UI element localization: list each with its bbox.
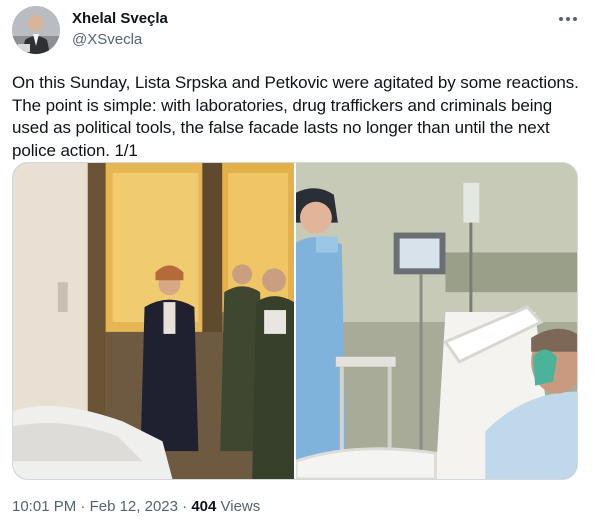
tweet-time[interactable]: 10:01 PM: [12, 498, 76, 515]
author-display-name[interactable]: Xhelal Sveçla: [72, 10, 168, 28]
author-handle[interactable]: @XSvecla: [72, 30, 168, 50]
media-photo-1[interactable]: [13, 163, 294, 479]
tweet-card: Xhelal Sveçla @XSvecla On this Sunday, L…: [0, 0, 598, 524]
tweet-meta: 10:01 PM · Feb 12, 2023 · 404 Views: [12, 497, 260, 517]
more-horizontal-icon: [559, 17, 563, 21]
tweet-media: [12, 162, 578, 480]
views-count[interactable]: 404: [191, 498, 216, 515]
views-label: Views: [220, 498, 261, 515]
media-photo-2[interactable]: [296, 163, 577, 479]
tweet-text: On this Sunday, Lista Srpska and Petkovi…: [12, 73, 579, 160]
meta-separator: ·: [80, 498, 86, 515]
author-info: Xhelal Sveçla @XSvecla: [72, 10, 168, 50]
meta-separator: ·: [182, 498, 188, 515]
author-avatar[interactable]: [12, 6, 60, 54]
photo-visitors-by-hospital-bed-icon: [13, 163, 294, 479]
more-options-button[interactable]: [556, 8, 580, 30]
photo-patient-in-hospital-bed-icon: [296, 163, 577, 479]
profile-photo-icon: [12, 6, 60, 54]
tweet-date[interactable]: Feb 12, 2023: [90, 498, 178, 515]
